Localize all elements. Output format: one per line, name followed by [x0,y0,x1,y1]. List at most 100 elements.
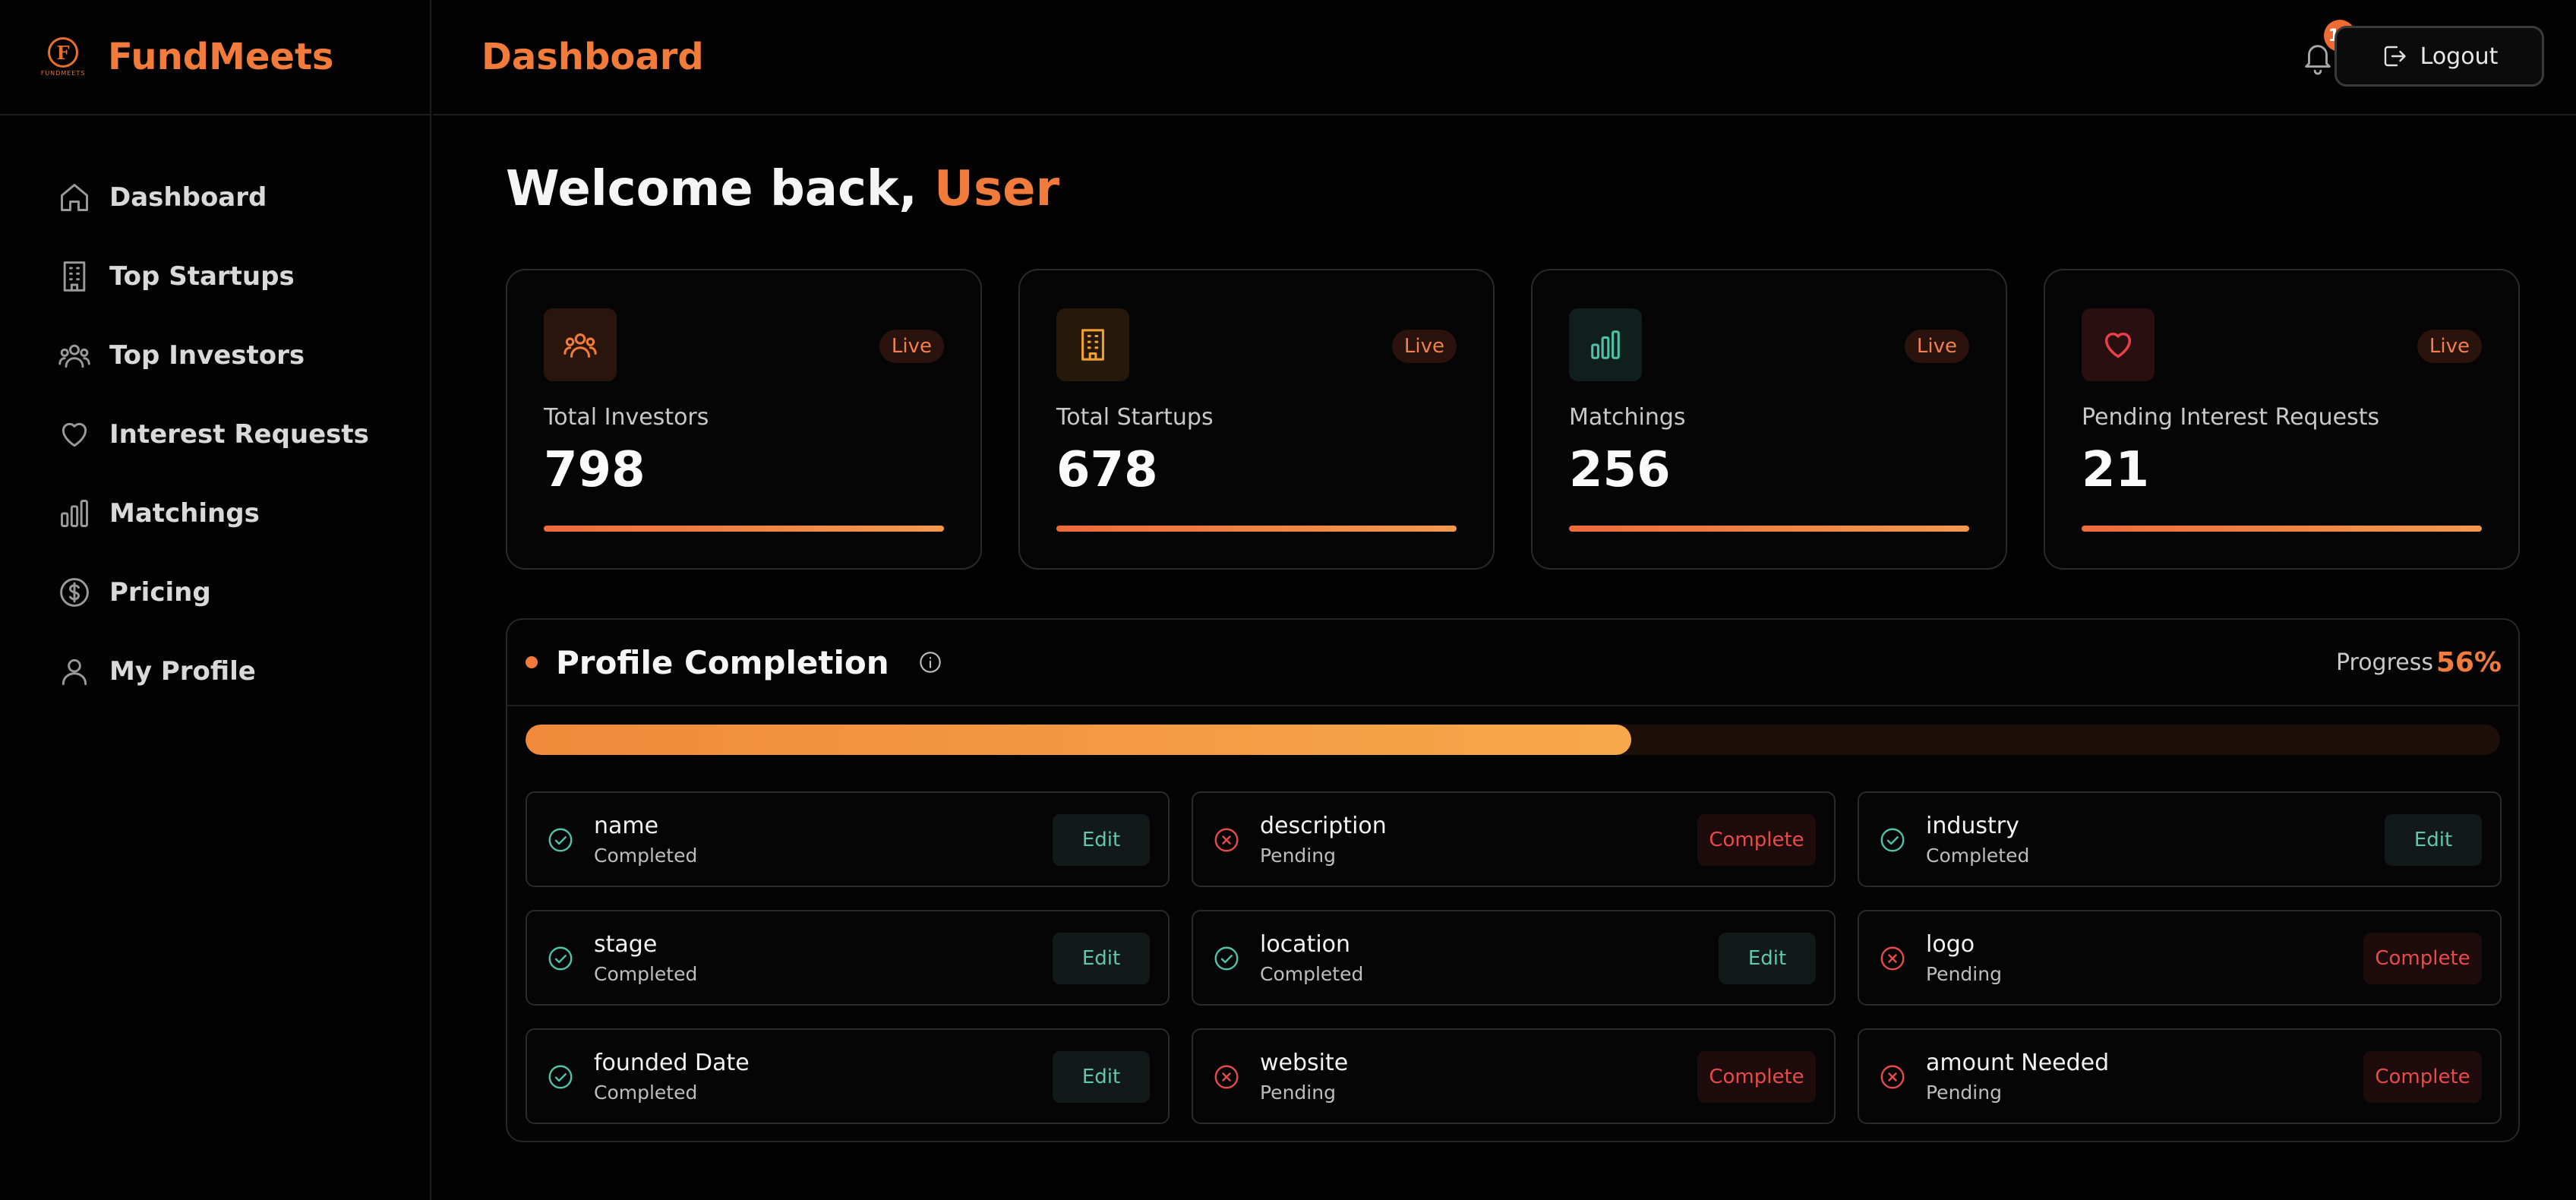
sidebar: F FUNDMEETS FundMeets Dashboard Top Star… [0,0,431,1200]
welcome-prefix: Welcome back, [506,161,935,217]
profile-field-description: description Pending Complete [1192,791,1836,887]
brand-logo-text: FUNDMEETS [40,70,86,77]
progress-value: 56% [2436,646,2502,678]
stat-accent-bar [1056,526,1457,532]
stat-icon-box [544,308,617,381]
users-icon [564,333,597,358]
sidebar-item-top-startups[interactable]: Top Startups [0,237,430,316]
field-name: logo [1926,931,1975,958]
live-badge: Live [1904,330,1969,363]
live-badge: Live [1391,330,1457,363]
sidebar-item-label: Matchings [109,498,260,529]
progress-label: Progress [2335,649,2433,676]
profile-field-industry: industry Completed Edit [1858,791,2502,887]
sidebar-item-label: Top Startups [109,261,295,292]
brand-logo-letter: F [48,37,78,68]
sidebar-item-interest-requests[interactable]: Interest Requests [0,395,430,474]
field-name: amount Needed [1926,1050,2110,1076]
profile-field-founded-date: founded Date Completed Edit [526,1028,1170,1124]
sidebar-item-label: Interest Requests [109,419,369,450]
stat-label: Pending Interest Requests [2082,404,2380,431]
edit-button[interactable]: Edit [1719,933,1816,984]
stat-card-pending-interest-requests[interactable]: Live Pending Interest Requests 21 [2044,269,2520,570]
stat-icon-box [1569,308,1642,381]
field-state: Completed [594,963,698,985]
building-icon [1081,329,1104,361]
logout-label: Logout [2420,43,2499,70]
sidebar-item-label: Pricing [109,577,211,608]
complete-button[interactable]: Complete [2363,1051,2482,1103]
sidebar-item-label: Top Investors [109,340,305,371]
top-header: Dashboard 12 Logout [433,0,2576,115]
edit-button[interactable]: Edit [1053,814,1150,866]
sidebar-item-label: My Profile [109,656,256,687]
info-icon[interactable] [918,650,942,674]
logout-button[interactable]: Logout [2334,26,2544,87]
field-name: name [594,813,659,839]
stat-label: Total Startups [1056,404,1214,431]
stat-card-total-investors[interactable]: Live Total Investors 798 [506,269,982,570]
stat-card-total-startups[interactable]: Live Total Startups 678 [1018,269,1495,570]
stat-accent-bar [2082,526,2482,532]
complete-button[interactable]: Complete [1697,1051,1816,1103]
edit-button[interactable]: Edit [2385,814,2482,866]
stat-value: 678 [1056,442,1158,498]
brand[interactable]: F FUNDMEETS FundMeets [0,0,430,115]
field-state: Pending [1260,845,1336,867]
profile-field-stage: stage Completed Edit [526,910,1170,1006]
check-circle-icon [548,1065,573,1089]
sidebar-nav: Dashboard Top Startups Top Investors Int… [0,115,430,711]
stat-card-matchings[interactable]: Live Matchings 256 [1531,269,2007,570]
home-icon [61,184,88,211]
profile-field-location: location Completed Edit [1192,910,1836,1006]
complete-button[interactable]: Complete [1697,814,1816,866]
field-state: Completed [1260,963,1364,985]
field-name: location [1260,931,1351,958]
field-state: Pending [1926,963,2002,985]
profile-field-amount-needed: amount Needed Pending Complete [1858,1028,2502,1124]
welcome-heading: Welcome back, User [506,161,1059,217]
edit-button[interactable]: Edit [1053,933,1150,984]
edit-button[interactable]: Edit [1053,1051,1150,1103]
brand-logo: F FUNDMEETS [41,35,85,79]
field-state: Completed [1926,845,2030,867]
field-name: industry [1926,813,2019,839]
status-dot [526,656,538,668]
users-icon [58,344,90,368]
field-state: Completed [594,845,698,867]
x-circle-icon [1214,828,1239,852]
check-circle-icon [548,946,573,971]
heart-icon [2104,332,2132,358]
check-circle-icon [1880,828,1905,852]
check-circle-icon [1214,946,1239,971]
sidebar-item-my-profile[interactable]: My Profile [0,632,430,711]
bar-chart-icon [61,500,88,527]
progress-track [526,725,2500,755]
field-state: Pending [1260,1082,1336,1104]
stat-value: 21 [2082,442,2150,498]
sidebar-item-label: Dashboard [109,182,267,213]
live-badge: Live [2417,330,2482,363]
stat-value: 256 [1569,442,1671,498]
profile-completion-header: Profile Completion Progress 56% [507,620,2518,706]
sidebar-item-top-investors[interactable]: Top Investors [0,316,430,395]
check-circle-icon [548,828,573,852]
field-name: founded Date [594,1050,750,1076]
stat-value: 798 [544,442,646,498]
sidebar-item-matchings[interactable]: Matchings [0,474,430,553]
stat-label: Total Investors [544,404,709,431]
stat-icon-box [1056,308,1129,381]
profile-field-name: name Completed Edit [526,791,1170,887]
field-name: stage [594,931,658,958]
sidebar-item-dashboard[interactable]: Dashboard [0,158,430,237]
complete-button[interactable]: Complete [2363,933,2482,984]
stat-label: Matchings [1569,404,1686,431]
profile-field-logo: logo Pending Complete [1858,910,2502,1006]
stat-accent-bar [1569,526,1969,532]
live-badge: Live [879,330,944,363]
field-name: website [1260,1050,1349,1076]
profile-field-website: website Pending Complete [1192,1028,1836,1124]
heart-icon [62,422,87,447]
field-state: Pending [1926,1082,2002,1104]
sidebar-item-pricing[interactable]: Pricing [0,553,430,632]
